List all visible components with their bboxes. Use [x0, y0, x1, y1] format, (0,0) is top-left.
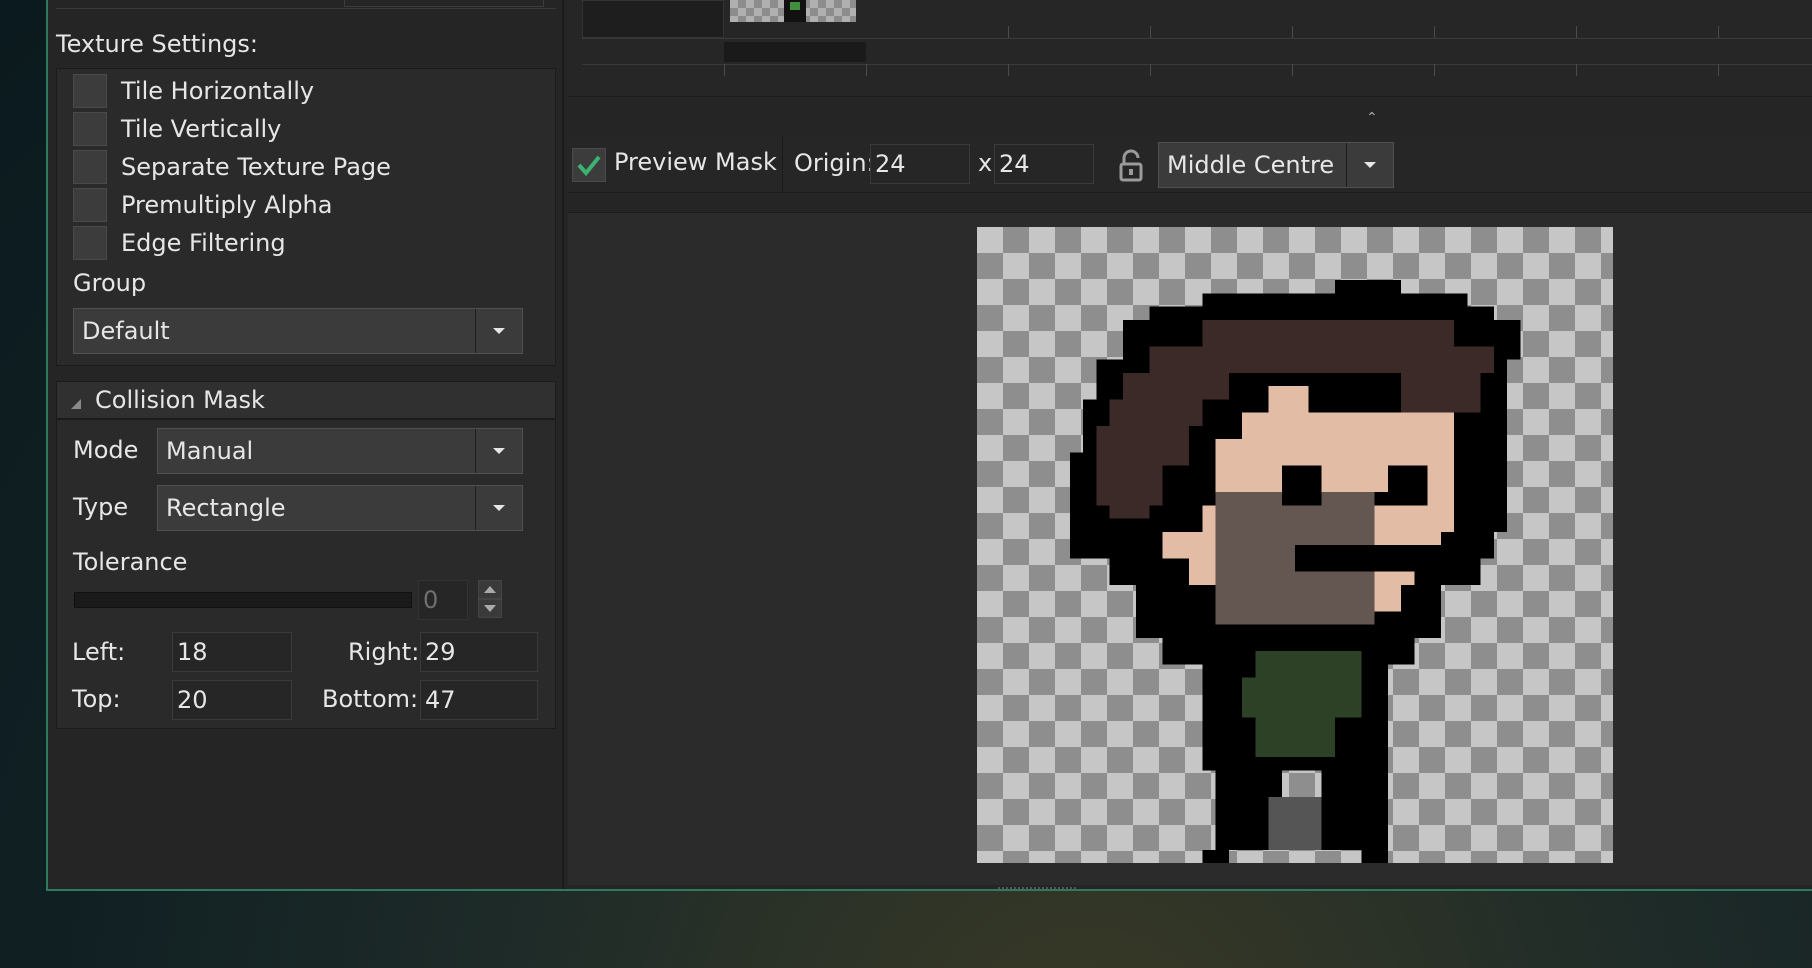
- properties-panel: Texture Settings: Tile Horizontally Tile…: [48, 0, 564, 889]
- spin-up-icon[interactable]: [478, 580, 502, 599]
- tile-vertically-row[interactable]: Tile Vertically: [73, 111, 281, 147]
- chevron-down-icon[interactable]: [475, 309, 522, 353]
- group-value: Default: [82, 317, 170, 345]
- origin-y-input[interactable]: 24: [994, 144, 1094, 184]
- group-label: Group: [73, 269, 147, 297]
- edge-filtering-checkbox[interactable]: [73, 226, 107, 260]
- ruler-tick: [1576, 26, 1577, 38]
- preview-mask-label: Preview Mask: [614, 148, 777, 176]
- mode-label: Mode: [73, 436, 139, 464]
- chevron-down-icon[interactable]: [1346, 143, 1393, 187]
- origin-separator: x: [978, 149, 993, 177]
- separate-texture-page-row[interactable]: Separate Texture Page: [73, 149, 391, 185]
- tolerance-slider[interactable]: [74, 592, 412, 608]
- right-label: Right:: [348, 638, 420, 666]
- top-stub-field[interactable]: [344, 0, 544, 7]
- sprite-canvas-area[interactable]: [568, 212, 1812, 885]
- top-stub: [56, 0, 556, 9]
- tile-horizontally-checkbox[interactable]: [73, 74, 107, 108]
- expand-triangle-icon[interactable]: [71, 399, 81, 409]
- texture-settings-box: Tile Horizontally Tile Vertically Separa…: [56, 68, 556, 366]
- chevron-down-icon[interactable]: [475, 486, 522, 530]
- collapse-chevron-icon[interactable]: ⌃: [1366, 110, 1378, 126]
- separate-texture-page-label: Separate Texture Page: [121, 153, 391, 181]
- origin-preset-dropdown[interactable]: Middle Centre: [1158, 142, 1394, 188]
- checkmark-icon: [577, 155, 601, 177]
- texture-settings-title: Texture Settings:: [56, 30, 259, 58]
- bottom-label: Bottom:: [322, 685, 419, 713]
- tile-horizontally-label: Tile Horizontally: [121, 77, 315, 105]
- resize-grip[interactable]: [998, 887, 1076, 889]
- mode-dropdown[interactable]: Manual: [157, 428, 523, 474]
- premultiply-alpha-row[interactable]: Premultiply Alpha: [73, 187, 332, 223]
- ruler-tick: [1434, 26, 1435, 38]
- ruler-tick: [866, 64, 867, 76]
- ruler-tick: [1008, 26, 1009, 38]
- ruler-tick: [724, 64, 725, 76]
- tile-vertically-checkbox[interactable]: [73, 112, 107, 146]
- frame-ruler: [582, 38, 1812, 39]
- preview-mask-checkbox[interactable]: [572, 148, 606, 182]
- unlock-icon[interactable]: [1116, 148, 1146, 182]
- ruler-tick: [1150, 64, 1151, 76]
- premultiply-alpha-checkbox[interactable]: [73, 188, 107, 222]
- tolerance-input[interactable]: 0: [418, 580, 468, 620]
- left-input[interactable]: 18: [172, 632, 292, 672]
- frame-scrollbar-thumb[interactable]: [724, 42, 866, 62]
- frame-thumbnail[interactable]: [582, 0, 724, 38]
- group-dropdown[interactable]: Default: [73, 308, 523, 354]
- tile-vertically-label: Tile Vertically: [121, 115, 282, 143]
- frame-ruler-lower: [582, 64, 1812, 65]
- mode-value: Manual: [166, 437, 254, 465]
- chevron-down-icon[interactable]: [475, 429, 522, 473]
- type-label: Type: [73, 493, 129, 521]
- collision-mask-header[interactable]: Collision Mask: [56, 381, 556, 419]
- sprite-preview[interactable]: [977, 227, 1613, 863]
- collision-mask-title: Collision Mask: [95, 386, 265, 414]
- ruler-tick: [1292, 64, 1293, 76]
- tile-horizontally-row[interactable]: Tile Horizontally: [73, 73, 314, 109]
- frame-strip: [568, 0, 1812, 97]
- separate-texture-page-checkbox[interactable]: [73, 150, 107, 184]
- character-sprite: [1069, 280, 1521, 863]
- origin-x-input[interactable]: 24: [870, 144, 970, 184]
- mask-toolbar: Preview Mask Origin: 24 x 24 Middle Cent…: [568, 136, 1812, 193]
- toolbar-separator: [782, 136, 783, 192]
- right-input[interactable]: 29: [420, 632, 538, 672]
- sprite-editor-window: Texture Settings: Tile Horizontally Tile…: [46, 0, 1812, 891]
- ruler-tick: [1150, 26, 1151, 38]
- type-dropdown[interactable]: Rectangle: [157, 485, 523, 531]
- ruler-tick: [1292, 26, 1293, 38]
- edge-filtering-label: Edge Filtering: [121, 229, 286, 257]
- premultiply-alpha-label: Premultiply Alpha: [121, 191, 333, 219]
- top-label: Top:: [72, 685, 121, 713]
- frame-thumbnail-selected[interactable]: [730, 0, 856, 22]
- origin-preset-value: Middle Centre: [1167, 151, 1335, 179]
- ruler-tick: [1434, 64, 1435, 76]
- top-input[interactable]: 20: [172, 680, 292, 720]
- tolerance-spinner[interactable]: [478, 580, 502, 620]
- ruler-tick: [1718, 64, 1719, 76]
- ruler-tick: [1576, 64, 1577, 76]
- type-value: Rectangle: [166, 494, 286, 522]
- left-label: Left:: [72, 638, 126, 666]
- ruler-tick: [1718, 26, 1719, 38]
- spin-down-icon[interactable]: [478, 599, 502, 618]
- edge-filtering-row[interactable]: Edge Filtering: [73, 225, 286, 261]
- bottom-input[interactable]: 47: [420, 680, 538, 720]
- tolerance-label: Tolerance: [73, 548, 188, 576]
- origin-label: Origin:: [794, 149, 875, 177]
- ruler-tick: [1008, 64, 1009, 76]
